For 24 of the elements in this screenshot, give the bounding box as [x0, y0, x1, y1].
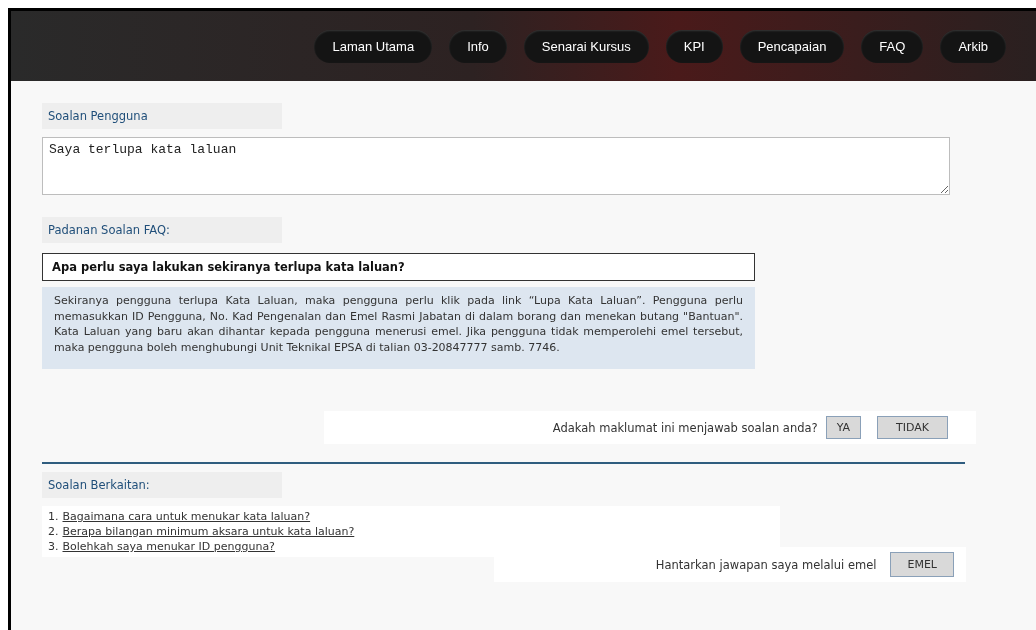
- nav-button[interactable]: FAQ: [861, 29, 924, 63]
- faq-question: Apa perlu saya lakukan sekiranya terlupa kata laluan?: [42, 253, 755, 281]
- related-link[interactable]: Berapa bilangan minimum aksara untuk kata laluan?: [62, 524, 355, 539]
- feedback-prompt: Adakah maklumat ini menjawab soalan anda?: [552, 420, 818, 435]
- email-button[interactable]: EMEL: [890, 552, 954, 577]
- nav-button[interactable]: Arkib: [940, 29, 1006, 63]
- faq-answer: Sekiranya pengguna terlupa Kata Laluan, maka pengguna perlu klik pada link “Lupa Kata Laluan”. Pengguna perlu memasukkan ID Pengguna, No. Kad Pengenalan dan Emel Rasmi Jabatan di dalam borang dan menekan butang "Bantuan". Kata Laluan yang baru akan dihantar kepada pengguna menerusi emel. Jika pengguna tidak memperolehi emel tersebut, maka pengguna boleh menghubungi Unit Teknikal EPSA di talian 03-20847777 samb. 7746.: [42, 287, 755, 369]
- section-heading: Padanan Soalan FAQ:: [42, 217, 282, 243]
- nav-button[interactable]: Info: [449, 29, 507, 63]
- section-heading: Soalan Berkaitan:: [42, 472, 282, 498]
- item-number: 1.: [48, 509, 59, 524]
- nav-button[interactable]: KPI: [665, 29, 723, 63]
- related-link[interactable]: Bagaimana cara untuk menukar kata laluan?: [62, 509, 311, 524]
- nav-button[interactable]: Laman Utama: [314, 29, 433, 63]
- answer-button[interactable]: TIDAK: [877, 416, 948, 439]
- question-field[interactable]: Saya terlupa kata laluan: [42, 137, 950, 195]
- nav-button[interactable]: Pencapaian: [739, 29, 845, 63]
- answer-button[interactable]: YA: [825, 416, 861, 439]
- section-heading: Soalan Pengguna: [42, 103, 282, 129]
- item-number: 2.: [48, 524, 59, 539]
- related-link[interactable]: Bolehkah saya menukar ID pengguna?: [62, 539, 275, 554]
- email-prompt: Hantarkan jawapan saya melalui emel: [655, 557, 877, 572]
- nav-button[interactable]: Senarai Kursus: [523, 29, 649, 63]
- item-number: 3.: [48, 539, 59, 554]
